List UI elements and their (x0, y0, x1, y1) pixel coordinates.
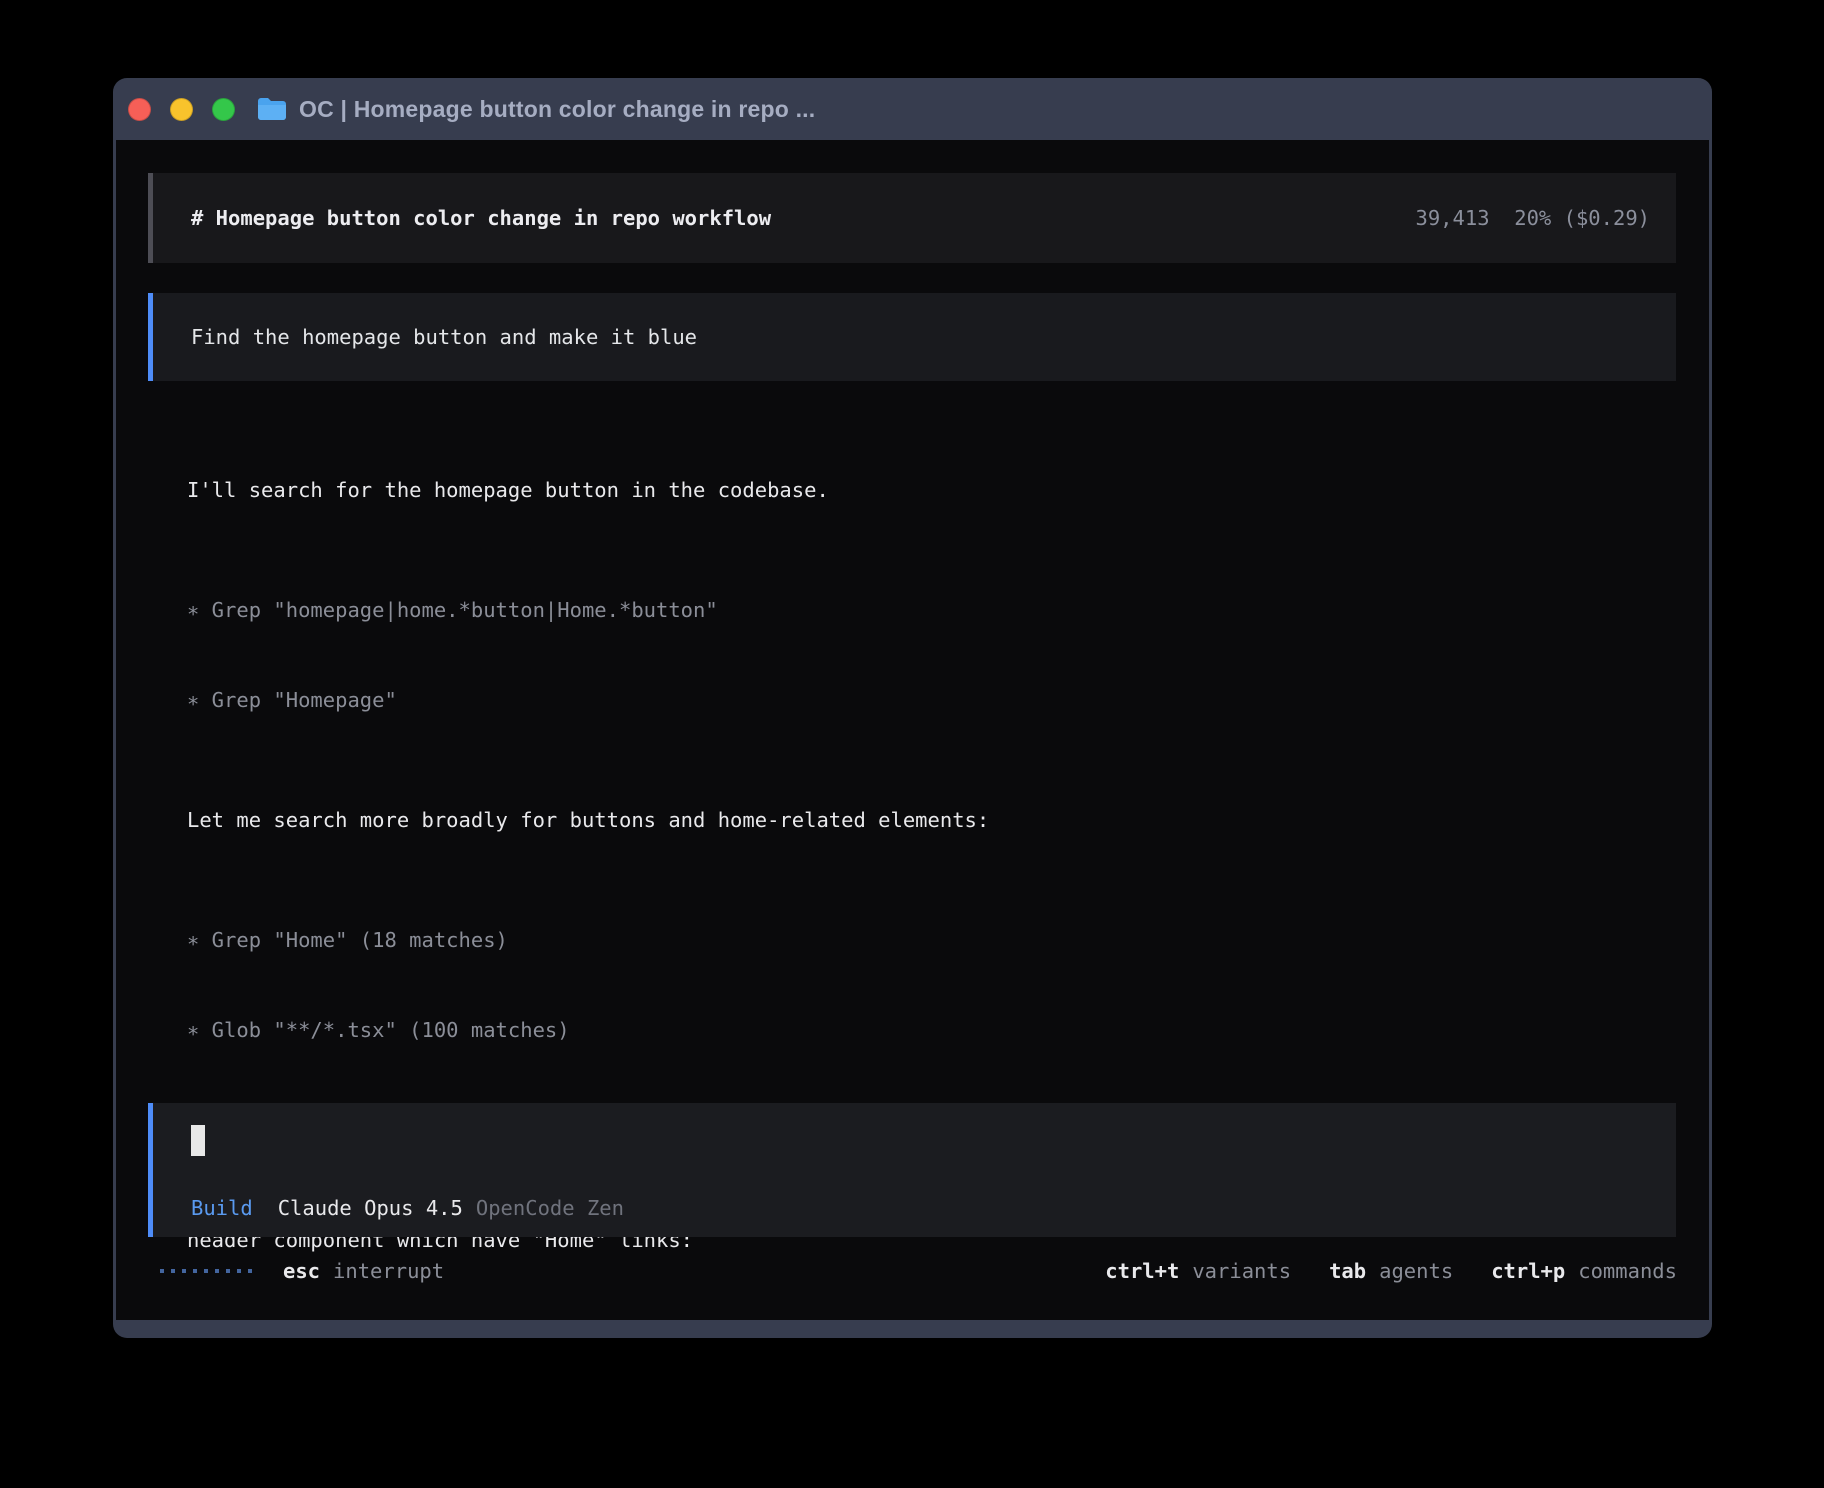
provider-label: OpenCode Zen (476, 1196, 624, 1220)
close-button-icon[interactable] (128, 98, 151, 121)
agents-hint: tab agents (1329, 1259, 1453, 1283)
active-model-label[interactable]: Claude Opus 4.5 (278, 1196, 463, 1220)
ctrl-p-key-label: ctrl+p (1491, 1259, 1565, 1283)
window-title: OC | Homepage button color change in rep… (299, 96, 815, 123)
folder-icon (257, 97, 287, 121)
terminal-window: OC | Homepage button color change in rep… (113, 78, 1712, 1338)
tool-call-grep: ∗ Grep "homepage|home.*button|Home.*butt… (187, 595, 1360, 625)
terminal-content: # Homepage button color change in repo w… (113, 140, 1712, 1320)
traffic-lights (128, 98, 235, 121)
context-cost: 20% ($0.29) (1514, 206, 1650, 230)
assistant-text: I'll search for the homepage button in t… (187, 475, 1360, 505)
interrupt-label: interrupt (333, 1259, 444, 1283)
text-cursor (191, 1125, 205, 1156)
assistant-text: Let me search more broadly for buttons a… (187, 805, 1360, 835)
input-status-row: Build Claude Opus 4.5 OpenCode Zen (191, 1196, 1676, 1220)
esc-key-label: esc (283, 1259, 320, 1283)
minimize-button-icon[interactable] (170, 98, 193, 121)
variants-hint: ctrl+t variants (1105, 1259, 1291, 1283)
titlebar[interactable]: OC | Homepage button color change in rep… (113, 78, 1712, 140)
tab-key-label: tab (1329, 1259, 1366, 1283)
zoom-button-icon[interactable] (212, 98, 235, 121)
user-message: Find the homepage button and make it blu… (148, 293, 1676, 381)
prompt-input[interactable]: Build Claude Opus 4.5 OpenCode Zen (148, 1103, 1676, 1237)
commands-label: commands (1578, 1259, 1677, 1283)
session-header: # Homepage button color change in repo w… (148, 173, 1676, 263)
tool-call-grep: ∗ Grep "Homepage" (187, 685, 1360, 715)
interrupt-hint: esc interrupt (283, 1259, 444, 1283)
keyboard-hints: ctrl+t variants tab agents ctrl+p commands (1067, 1259, 1677, 1283)
status-bar: esc interrupt ctrl+t variants tab agents ct… (116, 1256, 1709, 1286)
user-message-text: Find the homepage button and make it blu… (191, 325, 697, 349)
tool-call-grep: ∗ Grep "Home" (18 matches) (187, 925, 1360, 955)
active-agent-label[interactable]: Build (191, 1196, 253, 1220)
session-title: # Homepage button color change in repo w… (191, 206, 771, 230)
tool-call-glob: ∗ Glob "**/*.tsx" (100 matches) (187, 1015, 1360, 1045)
session-metrics: 39,413 20% ($0.29) (1415, 206, 1650, 230)
commands-hint: ctrl+p commands (1491, 1259, 1677, 1283)
variants-label: variants (1192, 1259, 1291, 1283)
token-count: 39,413 (1415, 206, 1489, 230)
ctrl-t-key-label: ctrl+t (1105, 1259, 1179, 1283)
agents-label: agents (1379, 1259, 1453, 1283)
spinner-dots-icon (160, 1269, 252, 1273)
